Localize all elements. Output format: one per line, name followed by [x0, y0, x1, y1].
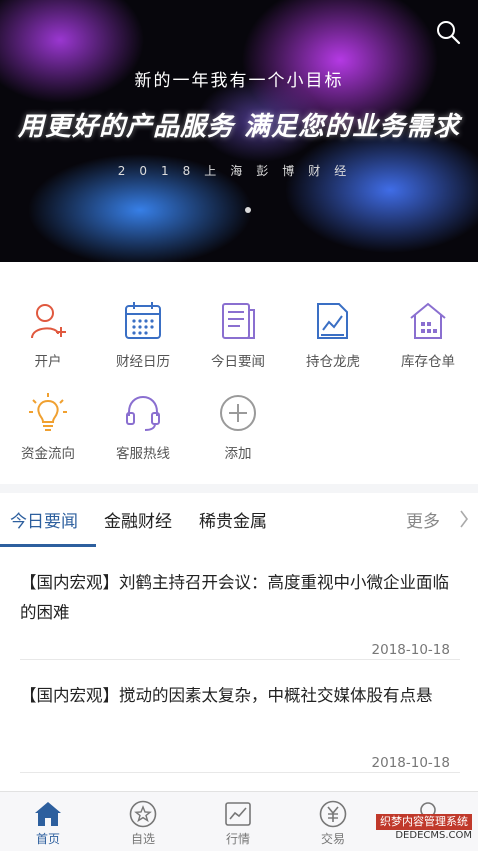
tabbar-label: 行情 [225, 832, 250, 846]
trend-icon [225, 802, 251, 826]
news-tabs: 今日要闻 金融财经 稀贵金属 更多 [0, 493, 478, 549]
shortcut-label: 添加 [224, 446, 252, 462]
tabbar-label: 交易 [320, 832, 345, 846]
tabbar-home[interactable]: 首页 [0, 792, 96, 851]
chevron-right-icon[interactable] [459, 509, 469, 529]
shortcut-hotline[interactable]: 客服热线 [95, 392, 191, 482]
shortcut-fund-flow[interactable]: 资金流向 [0, 392, 96, 482]
more-link[interactable]: 更多 [406, 507, 440, 532]
list-item[interactable]: 【国内宏观】搅动的因素太复杂，中概社交媒体股有点悬 2018-10-18 [20, 681, 460, 771]
shortcut-label: 客服热线 [116, 446, 170, 462]
news-date: 2018-10-18 [371, 642, 450, 658]
shortcut-add[interactable]: 添加 [190, 392, 286, 482]
shortcut-positions[interactable]: 持仓龙虎 [285, 300, 381, 390]
tabbar-label: 首页 [35, 832, 60, 846]
divider [20, 659, 460, 660]
promo-banner[interactable]: 新的一年我有一个小目标 用更好的产品服务 满足您的业务需求 2018上海彭博财经 [0, 0, 478, 262]
watermark-url: DEDECMS.COM [395, 830, 472, 841]
search-icon[interactable] [434, 18, 462, 46]
shortcut-label: 财经日历 [116, 354, 170, 370]
news-title: 【国内宏观】搅动的因素太复杂，中概社交媒体股有点悬 [20, 686, 433, 705]
user-add-icon [31, 304, 66, 339]
warehouse-icon [410, 302, 446, 339]
news-date: 2018-10-18 [371, 755, 450, 771]
tabbar-watchlist[interactable]: 自选 [95, 792, 191, 851]
banner-subtitle: 新的一年我有一个小目标 [134, 71, 344, 91]
tabbar-label: 自选 [130, 832, 155, 846]
yen-icon [319, 800, 347, 828]
bulb-icon [29, 393, 67, 431]
calendar-icon [125, 302, 161, 339]
headset-icon [126, 395, 160, 431]
news-title: 【国内宏观】刘鹤主持召开会议：高度重视中小微企业面临的困难 [20, 573, 449, 622]
list-item[interactable]: 【国内宏观】刘鹤主持召开会议：高度重视中小微企业面临的困难 2018-10-18 [20, 568, 460, 658]
shortcut-label: 库存仓单 [401, 354, 455, 370]
active-tab-indicator [0, 544, 96, 547]
shortcut-calendar[interactable]: 财经日历 [95, 300, 191, 390]
shortcut-grid: 开户 财经日历 今日要闻 持仓龙虎 库存仓单 资金流向 客服热线 添加 [0, 262, 478, 484]
news-icon [222, 303, 255, 339]
shortcut-open-account[interactable]: 开户 [0, 300, 96, 390]
home-icon [35, 802, 61, 826]
shortcut-warehouse[interactable]: 库存仓单 [380, 300, 476, 390]
banner-headline: 用更好的产品服务 满足您的业务需求 [17, 112, 461, 142]
banner-tagline: 2018上海彭博财经 [117, 164, 361, 178]
tabbar-market[interactable]: 行情 [190, 792, 286, 851]
tabbar-trade[interactable]: 交易 [285, 792, 381, 851]
chart-doc-icon [317, 303, 348, 339]
news-list: 【国内宏观】刘鹤主持召开会议：高度重视中小微企业面临的困难 2018-10-18… [0, 548, 478, 791]
watermark: 织梦内容管理系统 [376, 814, 472, 830]
shortcut-label: 持仓龙虎 [306, 354, 360, 370]
shortcut-label: 开户 [34, 354, 62, 370]
plus-circle-icon [220, 395, 256, 431]
star-icon [129, 800, 157, 828]
tab-today-news[interactable]: 今日要闻 [10, 507, 78, 532]
divider [20, 772, 460, 773]
tab-precious-metals[interactable]: 稀贵金属 [199, 507, 267, 532]
shortcut-label: 今日要闻 [211, 354, 265, 370]
carousel-indicator[interactable] [245, 207, 251, 213]
shortcut-news[interactable]: 今日要闻 [190, 300, 286, 390]
shortcut-label: 资金流向 [21, 446, 75, 462]
tab-finance[interactable]: 金融财经 [104, 507, 172, 532]
